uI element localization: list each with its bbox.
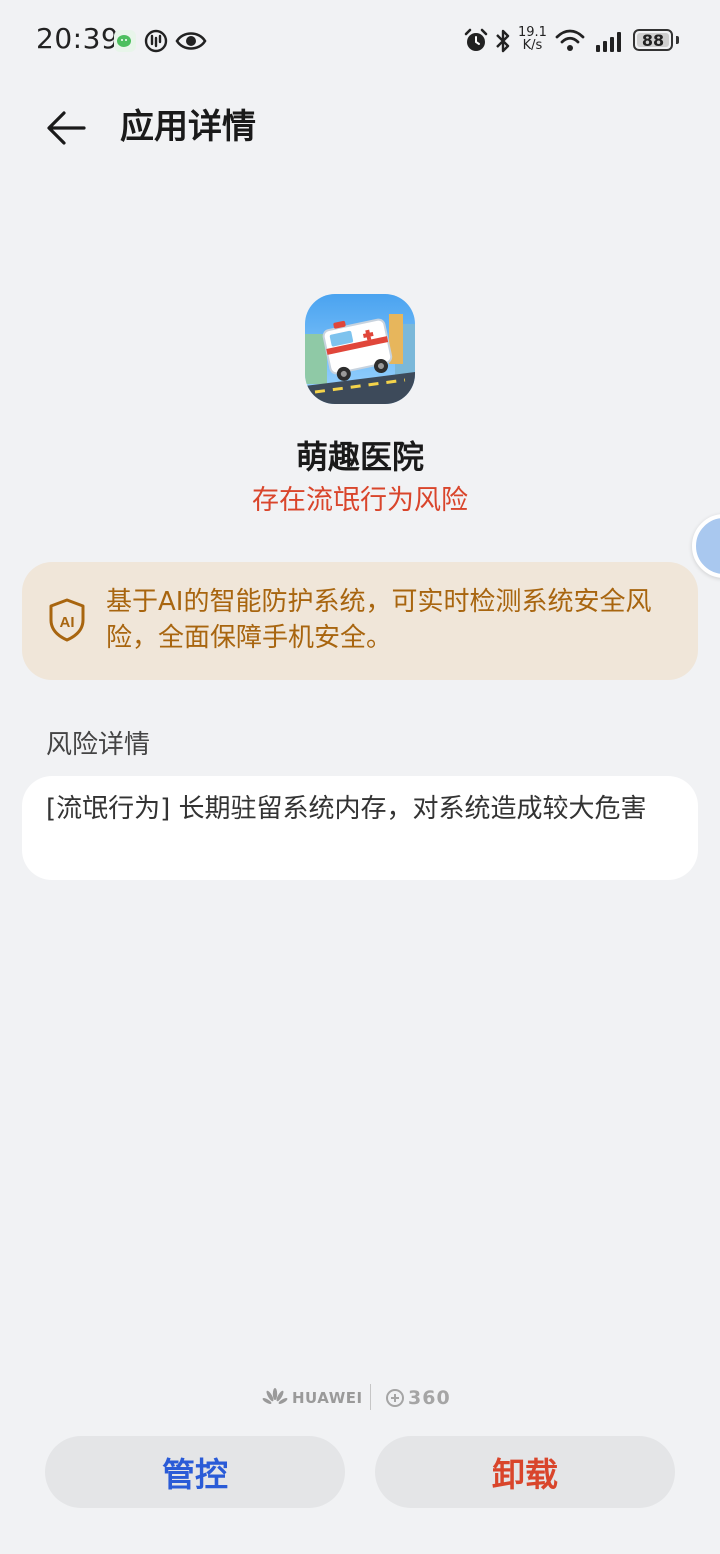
bluetooth-icon [494, 27, 512, 59]
logo-360: 360 [386, 1386, 451, 1410]
uninstall-button[interactable]: 卸载 [375, 1436, 675, 1508]
risk-detail-item: [流氓行为] 长期驻留系统内存，对系统造成较大危害 [46, 794, 647, 824]
battery-tip [676, 36, 679, 44]
floating-assistant-bubble[interactable] [692, 514, 720, 578]
app-icon [305, 294, 415, 404]
risk-detail-card: [流氓行为] 长期驻留系统内存，对系统造成较大危害 [22, 776, 698, 880]
huawei-brand-text: HUAWEI [292, 1389, 363, 1407]
back-arrow-icon [47, 111, 86, 145]
eye-icon [175, 29, 207, 57]
360-logo-icon [386, 1389, 404, 1407]
wechat-icon [114, 30, 136, 56]
alarm-icon [463, 28, 489, 58]
protection-banner: AI 基于AI的智能防护系统，可实时检测系统安全风险，全面保障手机安全。 [22, 562, 698, 680]
brand-divider [370, 1384, 371, 1410]
360-brand-text: 360 [408, 1387, 451, 1409]
page-title: 应用详情 [120, 107, 256, 147]
signal-icon [596, 30, 626, 56]
notification-app-icon [144, 29, 168, 57]
status-time: 20:39 [36, 22, 120, 55]
status-bar: 20:39 19.1 K/s 88 [0, 0, 720, 82]
protection-text: 基于AI的智能防护系统，可实时检测系统安全风险，全面保障手机安全。 [106, 587, 652, 653]
app-name: 萌趣医院 [295, 438, 424, 476]
network-speed: 19.1 K/s [518, 26, 547, 52]
shield-ai-icon: AI [48, 598, 86, 642]
risk-status: 存在流氓行为风险 [252, 485, 468, 516]
manage-button[interactable]: 管控 [45, 1436, 345, 1508]
battery-level: 88 [641, 30, 665, 50]
back-button[interactable] [42, 104, 90, 152]
huawei-logo-icon [262, 1388, 288, 1404]
network-speed-unit: K/s [522, 38, 543, 53]
wifi-icon [555, 29, 585, 57]
risk-details-title: 风险详情 [46, 730, 151, 760]
battery-icon: 88 [633, 29, 673, 51]
huawei-logo: HUAWEI [262, 1386, 363, 1410]
shield-ai-label: AI [60, 614, 75, 631]
brand-row: HUAWEI 360 [0, 1384, 720, 1412]
